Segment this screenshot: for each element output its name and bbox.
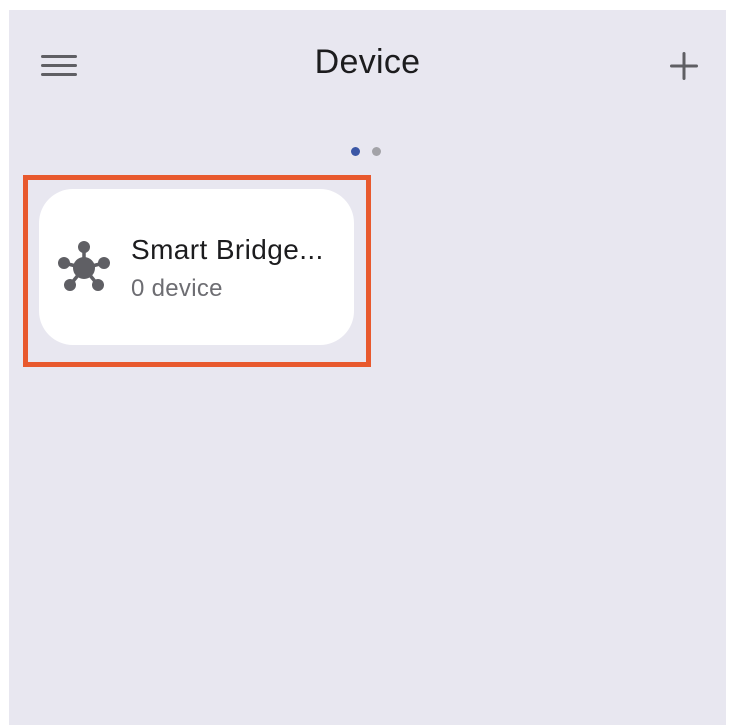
page-title: Device xyxy=(314,43,421,81)
page-dot-active[interactable] xyxy=(351,147,360,156)
page-indicator xyxy=(351,147,381,157)
add-device-button[interactable] xyxy=(664,46,704,86)
page-dot[interactable] xyxy=(372,147,381,156)
plus-icon xyxy=(664,46,704,86)
hub-network-icon xyxy=(55,239,113,297)
device-screen: Device Smart Bridge... 0 device xyxy=(9,10,726,725)
device-card-smart-bridge[interactable]: Smart Bridge... 0 device xyxy=(39,189,354,345)
device-name: Smart Bridge... xyxy=(131,234,324,265)
device-count: 0 device xyxy=(131,275,223,302)
